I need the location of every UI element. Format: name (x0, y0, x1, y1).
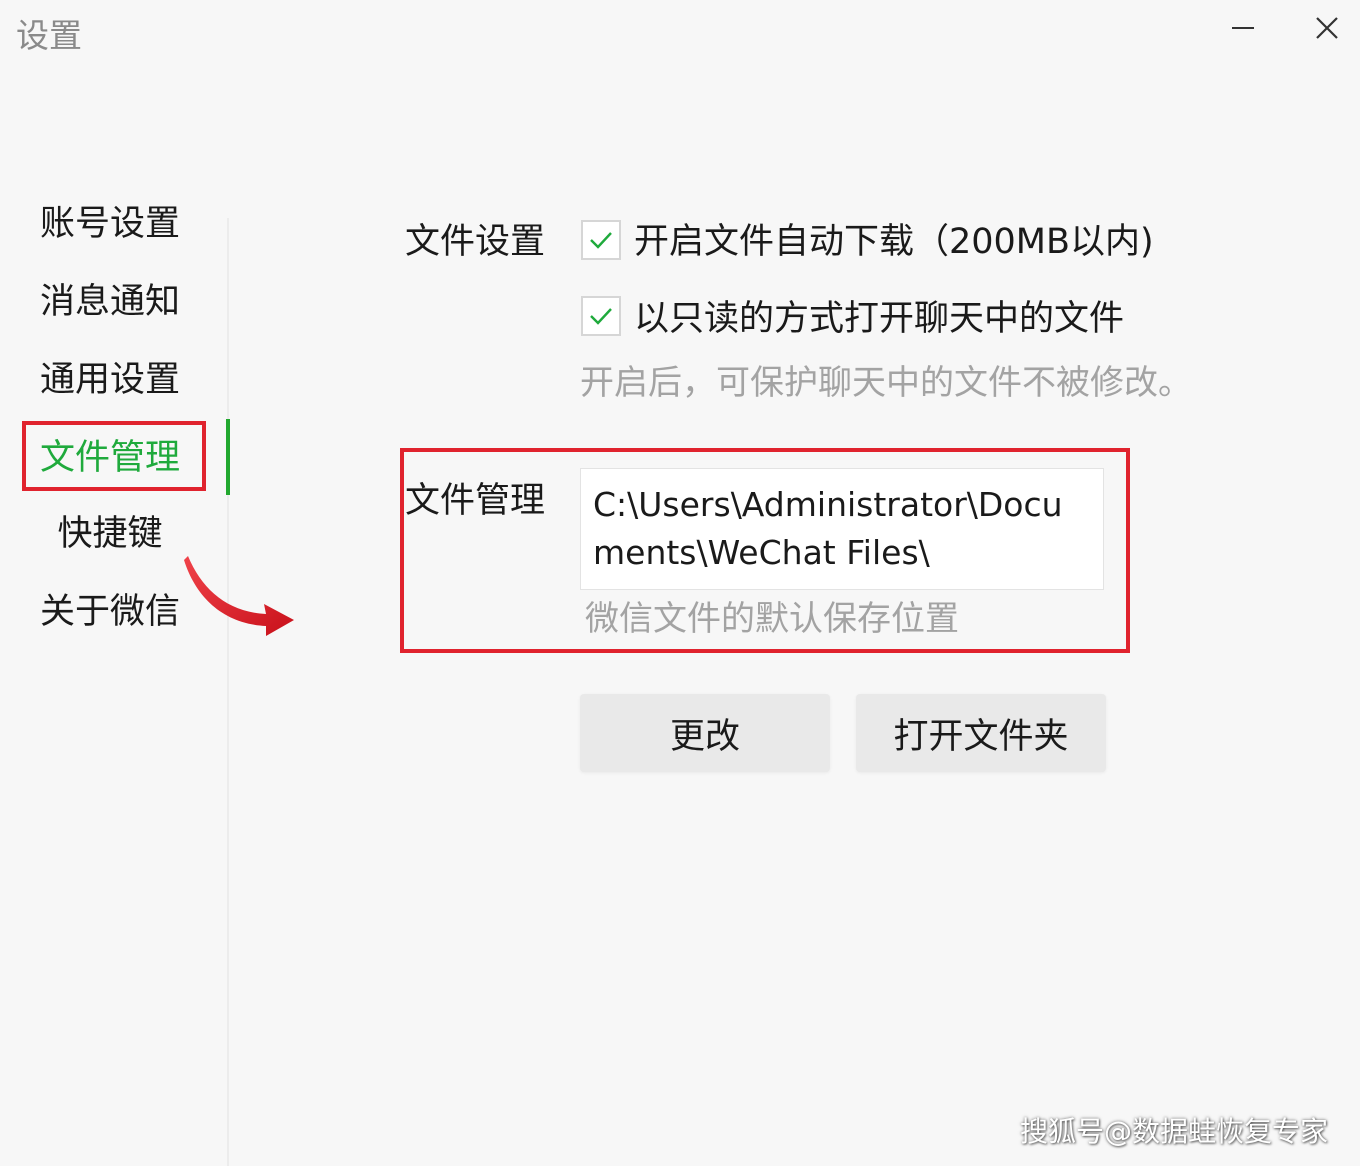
read-only-label: 以只读的方式打开聊天中的文件 (634, 299, 1125, 339)
red-curved-arrow-icon (184, 556, 294, 636)
close-button[interactable] (1303, 8, 1351, 48)
sidebar-divider (227, 218, 229, 1166)
open-folder-button[interactable]: 打开文件夹 (856, 694, 1106, 772)
sidebar-active-indicator (226, 419, 230, 495)
sidebar-item-account[interactable]: 账号设置 (20, 199, 200, 249)
read-only-hint: 开启后，可保护聊天中的文件不被修改。 (580, 363, 1192, 403)
watermark: 搜狐号@数据蛙恢复专家 (1019, 1115, 1328, 1148)
sidebar-highlight-box (22, 421, 206, 491)
sidebar-item-about[interactable]: 关于微信 (20, 587, 200, 637)
sidebar-item-shortcuts[interactable]: 快捷键 (20, 509, 200, 559)
check-icon (590, 308, 612, 325)
window-title: 设置 (16, 16, 82, 55)
read-only-checkbox[interactable] (581, 296, 621, 336)
check-icon (590, 232, 612, 249)
auto-download-label: 开启文件自动下载（200MB以内) (634, 222, 1154, 262)
settings-window: 设置 账号设置 消息通知 通用设置 文件管理 快捷键 关于微信 文件设置 开启文… (0, 0, 1360, 1166)
file-management-highlight-box (400, 448, 1130, 653)
sidebar-item-general[interactable]: 通用设置 (20, 355, 200, 405)
close-icon (1316, 17, 1338, 39)
minimize-icon (1232, 27, 1254, 29)
auto-download-checkbox[interactable] (581, 220, 621, 260)
change-button[interactable]: 更改 (580, 694, 830, 772)
file-settings-label: 文件设置 (405, 222, 546, 262)
sidebar-item-notifications[interactable]: 消息通知 (20, 277, 200, 327)
minimize-button[interactable] (1219, 8, 1267, 48)
